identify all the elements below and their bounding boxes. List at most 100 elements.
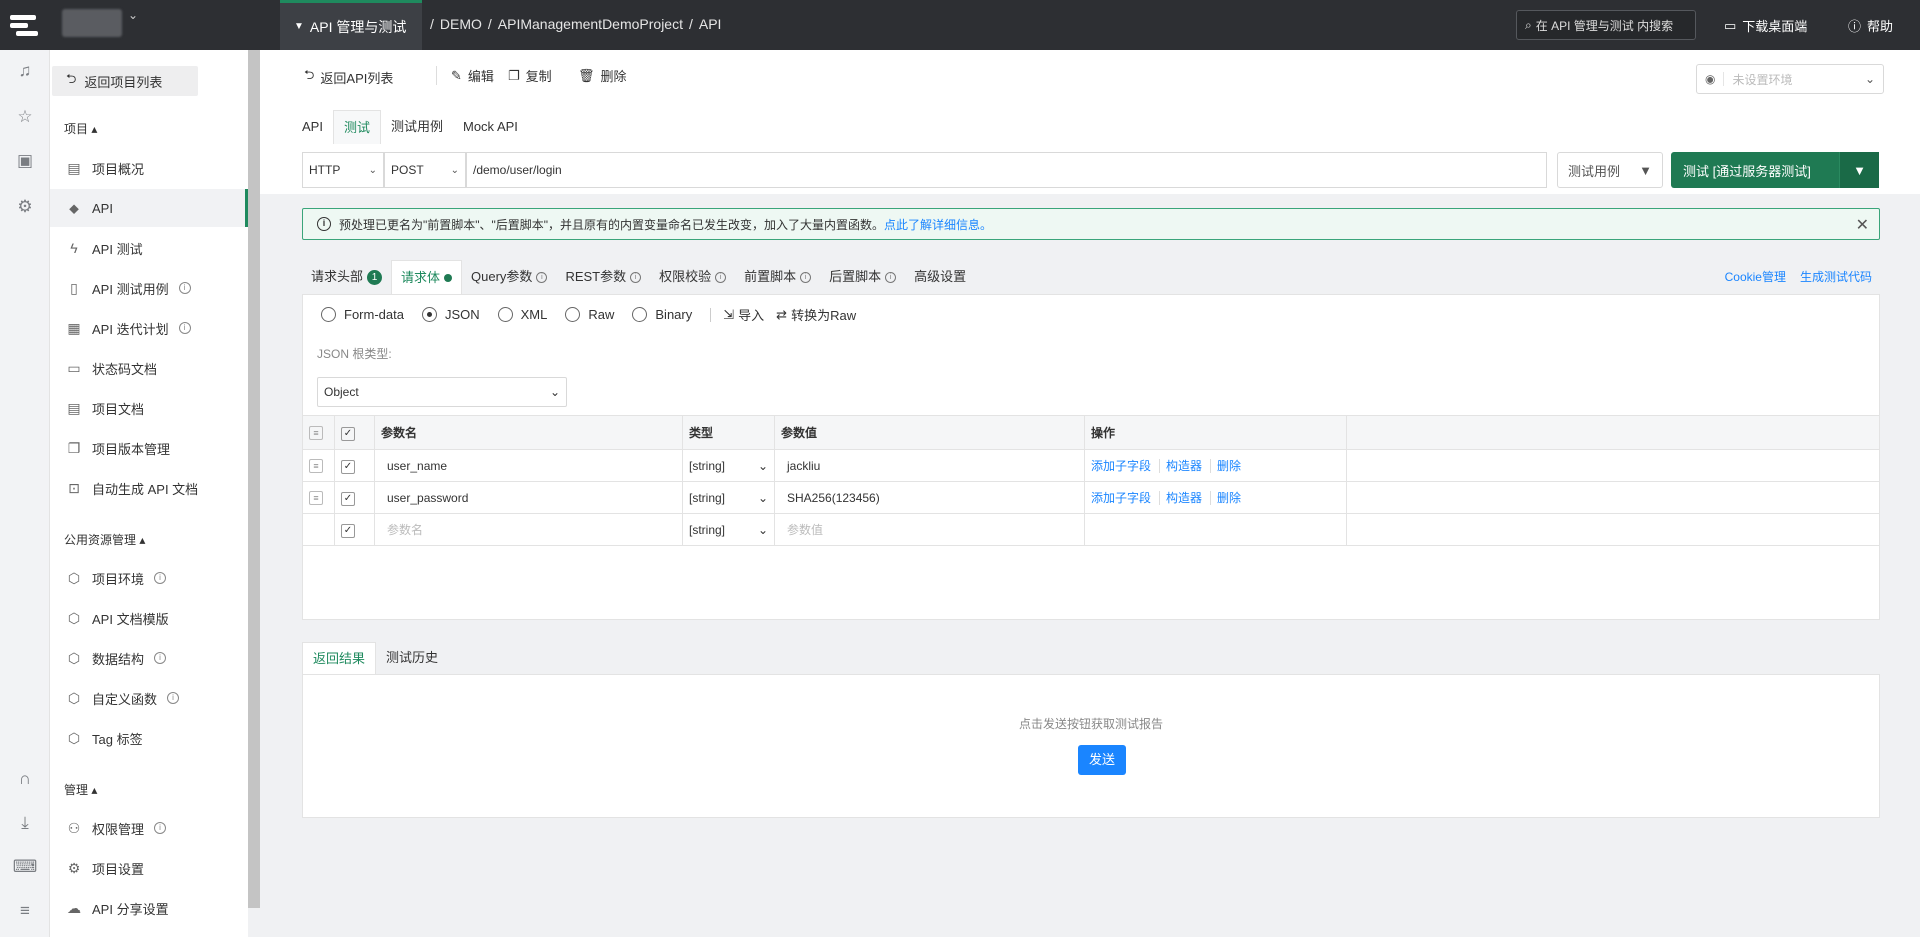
back-to-projects-button[interactable]: ⮌ 返回项目列表 — [52, 66, 198, 96]
environment-select[interactable]: ◉ 未设置环境 ⌄ — [1696, 64, 1884, 94]
notice-link[interactable]: 点此了解详细信息。 — [884, 216, 992, 233]
tab-test-cases[interactable]: 测试用例 — [381, 110, 453, 144]
sidebar-item-api[interactable]: ⬥ API — [50, 189, 248, 227]
row-checkbox[interactable]: ✓ — [341, 491, 355, 506]
radio-binary[interactable]: Binary — [632, 307, 692, 322]
add-child-link[interactable]: 添加子字段 — [1091, 459, 1161, 473]
section-admin[interactable]: 管理 ▴ — [64, 781, 97, 798]
param-value-input[interactable]: SHA256(123456) — [774, 481, 1085, 514]
tab-project-module[interactable]: ▼ API 管理与测试 — [280, 0, 422, 50]
gear-icon[interactable]: ⚙ — [14, 196, 36, 218]
builder-link[interactable]: 构造器 — [1166, 491, 1212, 505]
headset-icon[interactable]: ∩ — [14, 768, 36, 790]
radio-json[interactable]: JSON — [421, 307, 480, 322]
tab-advanced[interactable]: 高级设置 — [905, 260, 975, 294]
caret-down-icon[interactable]: ▼ — [1839, 152, 1879, 188]
method-select[interactable]: POST ⌄ — [384, 152, 466, 188]
keyboard-icon[interactable]: ⌨ — [13, 856, 38, 878]
tab-pre-script[interactable]: 前置脚本 i — [735, 260, 820, 294]
tab-test[interactable]: 测试 — [332, 110, 381, 144]
close-icon[interactable]: ✕ — [1856, 215, 1869, 235]
tab-query[interactable]: Query参数 i — [462, 260, 556, 294]
menu-icon[interactable]: ≡ — [309, 426, 323, 440]
param-value-input[interactable]: 参数值 — [774, 513, 1085, 546]
radio-xml[interactable]: XML — [497, 307, 547, 322]
sidebar-item-api-test[interactable]: ϟ API 测试 — [50, 229, 248, 267]
param-name-input[interactable]: user_name — [374, 449, 683, 482]
convert-raw-button[interactable]: ⇄ 转换为Raw — [776, 305, 856, 324]
radio-form-data[interactable]: Form-data — [321, 307, 404, 322]
delete-button[interactable]: 🗑 删除 — [578, 66, 627, 85]
sidebar-item-functions[interactable]: ⬡ 自定义函数 i — [50, 679, 248, 717]
sidebar-item-tags[interactable]: ⬡ Tag 标签 — [50, 719, 248, 757]
download-icon[interactable]: ⤓ — [14, 812, 36, 834]
row-checkbox[interactable]: ✓ — [341, 459, 355, 474]
breadcrumb-api[interactable]: API — [699, 16, 722, 32]
help-button[interactable]: ⓘ 帮助 — [1848, 16, 1893, 35]
box-icon[interactable]: ▣ — [14, 150, 36, 172]
tab-body[interactable]: 请求体 — [391, 260, 463, 294]
radio-raw[interactable]: Raw — [565, 307, 614, 322]
sidebar-item-docs[interactable]: ▤ 项目文档 — [50, 389, 248, 427]
test-button[interactable]: 测试 [通过服务器测试] ▼ — [1671, 152, 1879, 188]
builder-link[interactable]: 构造器 — [1166, 459, 1212, 473]
drag-handle-icon[interactable]: ≡ — [309, 491, 323, 505]
copy-button[interactable]: ❐ 复制 — [508, 66, 552, 85]
sidebar-item-share[interactable]: ☁ API 分享设置 — [50, 889, 248, 927]
sidebar-item-permissions[interactable]: ⚇ 权限管理 i — [50, 809, 248, 847]
delete-link[interactable]: 删除 — [1217, 491, 1249, 505]
param-value-input[interactable]: jackliu — [774, 449, 1085, 482]
app-logo-icon[interactable] — [6, 9, 42, 41]
row-checkbox[interactable]: ✓ — [341, 523, 355, 538]
tab-history[interactable]: 测试历史 — [376, 642, 448, 674]
generate-code-link[interactable]: 生成测试代码 — [1800, 260, 1872, 294]
star-icon[interactable]: ☆ — [14, 106, 36, 128]
sidebar-item-env[interactable]: ⬡ 项目环境 i — [50, 559, 248, 597]
eye-icon[interactable]: ◉ — [1705, 72, 1725, 86]
tab-mock-api[interactable]: Mock API — [453, 110, 528, 144]
search-input[interactable]: ⌕ 在 API 管理与测试 内搜索 — [1516, 10, 1696, 40]
tab-headers[interactable]: 请求头部 1 — [302, 260, 391, 294]
edit-button[interactable]: ✎ 编辑 — [436, 66, 494, 85]
sidebar-item-data-structures[interactable]: ⬡ 数据结构 i — [50, 639, 248, 677]
sidebar-scrollbar[interactable] — [248, 50, 260, 908]
breadcrumb-demo[interactable]: DEMO — [440, 16, 482, 32]
sidebar-item-test-cases[interactable]: ▯ API 测试用例 i — [50, 269, 248, 307]
chevron-down-icon[interactable]: ⌄ — [128, 8, 138, 22]
drag-handle-icon[interactable]: ≡ — [309, 459, 323, 473]
cookie-manage-link[interactable]: Cookie管理 — [1725, 260, 1786, 294]
param-type-select[interactable]: [string] ⌄ — [682, 449, 775, 482]
test-case-select[interactable]: 测试用例 ▼ — [1557, 152, 1663, 188]
param-name-input[interactable]: user_password — [374, 481, 683, 514]
add-child-link[interactable]: 添加子字段 — [1091, 491, 1161, 505]
sidebar-item-auto-docs[interactable]: ⊡ 自动生成 API 文档 — [50, 469, 248, 507]
json-root-select[interactable]: Object ⌄ — [317, 377, 567, 407]
menu-icon[interactable]: ≡ — [14, 900, 36, 922]
tab-post-script[interactable]: 后置脚本 i — [820, 260, 905, 294]
select-all-checkbox[interactable]: ✓ — [341, 426, 355, 441]
back-to-api-list-button[interactable]: ⮌ 返回API列表 — [304, 66, 393, 88]
bell-icon[interactable]: ♫ — [14, 60, 36, 82]
param-type-select[interactable]: [string] ⌄ — [682, 481, 775, 514]
download-desktop-button[interactable]: ▭ 下载桌面端 — [1724, 16, 1807, 35]
tab-rest[interactable]: REST参数 i — [556, 260, 650, 294]
param-type-select[interactable]: [string] ⌄ — [682, 513, 775, 546]
protocol-select[interactable]: HTTP ⌄ — [302, 152, 384, 188]
sidebar-item-overview[interactable]: ▤ 项目概况 — [50, 149, 248, 187]
tab-api[interactable]: API — [292, 110, 333, 144]
section-project[interactable]: 项目 ▴ — [64, 120, 97, 137]
delete-link[interactable]: 删除 — [1217, 459, 1249, 473]
import-button[interactable]: ⇲ 导入 — [723, 305, 764, 324]
sidebar-item-iteration[interactable]: ▦ API 迭代计划 i — [50, 309, 248, 347]
sidebar-item-settings[interactable]: ⚙ 项目设置 — [50, 849, 248, 887]
tab-result[interactable]: 返回结果 — [302, 642, 377, 674]
breadcrumb-project[interactable]: APIManagementDemoProject — [498, 16, 683, 32]
org-avatar[interactable] — [62, 9, 122, 37]
send-button[interactable]: 发送 — [1078, 745, 1126, 775]
sidebar-item-status-codes[interactable]: ▭ 状态码文档 — [50, 349, 248, 387]
tab-auth[interactable]: 权限校验 i — [650, 260, 735, 294]
param-name-input[interactable]: 参数名 — [374, 513, 683, 546]
sidebar-item-versions[interactable]: ❐ 项目版本管理 — [50, 429, 248, 467]
section-public[interactable]: 公用资源管理 ▴ — [64, 531, 145, 548]
url-input[interactable]: /demo/user/login — [466, 152, 1547, 188]
